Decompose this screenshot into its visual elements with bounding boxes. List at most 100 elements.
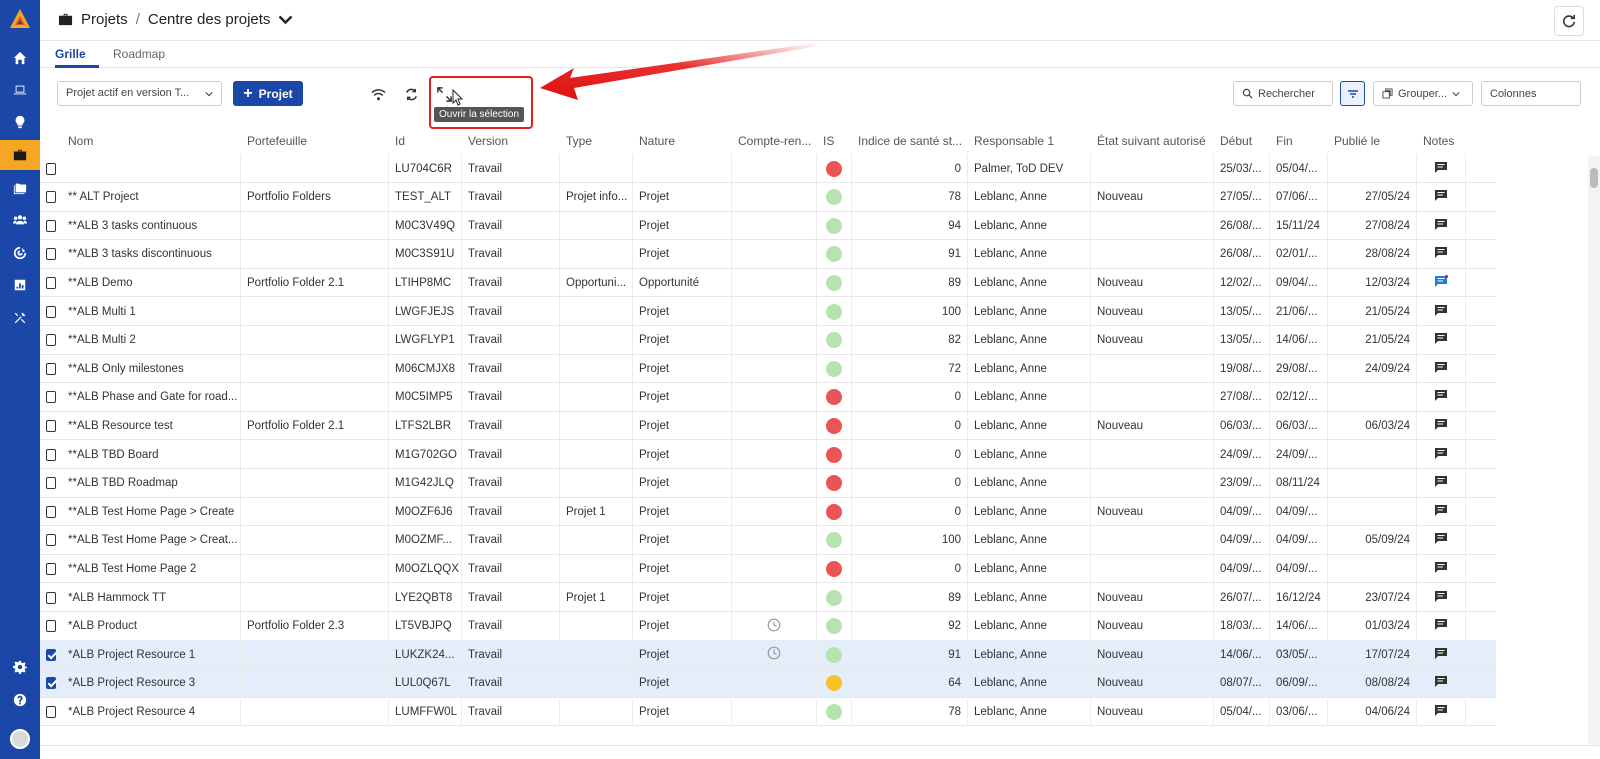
table-row[interactable]: **ALB Test Home Page > Creat... M0OZMF...… [40, 525, 1496, 555]
notes-icon[interactable] [1434, 447, 1448, 463]
notes-icon[interactable] [1434, 504, 1448, 520]
col-etat-suivant[interactable]: État suivant autorisé [1097, 128, 1214, 154]
table-row[interactable]: **ALB Test Home Page 2 M0OZLQQX Travail Pro… [40, 554, 1496, 584]
col-nature[interactable]: Nature [639, 128, 732, 154]
row-checkbox[interactable] [46, 534, 56, 547]
notes-icon[interactable] [1434, 246, 1448, 262]
table-row[interactable]: **ALB Resource test Portfolio Folder 2.1 L… [40, 411, 1496, 441]
notes-icon[interactable] [1434, 475, 1448, 491]
col-fin[interactable]: Fin [1276, 128, 1328, 154]
report-icon[interactable] [0, 270, 40, 300]
col-debut[interactable]: Début [1220, 128, 1270, 154]
table-row[interactable]: **ALB Test Home Page > Create M0OZF6J6 Tra… [40, 497, 1496, 527]
row-checkbox[interactable] [46, 620, 56, 633]
page-title[interactable]: Centre des projets [148, 11, 271, 28]
home-icon[interactable] [0, 43, 40, 73]
row-checkbox[interactable] [46, 248, 56, 261]
table-row[interactable]: **ALB Phase and Gate for road... M0C5IMP5… [40, 382, 1496, 412]
refresh-button[interactable] [1554, 6, 1584, 36]
table-row[interactable]: *ALB Product Portfolio Folder 2.3 LT5VBJPQ… [40, 611, 1496, 641]
lightbulb-icon[interactable] [0, 107, 40, 137]
row-checkbox[interactable] [46, 391, 56, 404]
notes-icon[interactable] [1434, 161, 1448, 177]
row-checkbox[interactable] [46, 448, 56, 461]
tools-icon[interactable] [0, 303, 40, 333]
notes-icon[interactable] [1434, 274, 1449, 291]
folders-icon[interactable] [0, 173, 40, 203]
col-type[interactable]: Type [566, 128, 633, 154]
table-row[interactable]: ** ALT Project Portfolio Folders TEST_ALT T… [40, 182, 1496, 212]
table-row[interactable]: **ALB TBD Board M1G702GO Travail Projet 0 Leb… [40, 440, 1496, 469]
scrollbar-thumb[interactable] [1590, 168, 1598, 188]
table-row[interactable]: *ALB Hammock TT LYE2QBT8 Travail Projet 1 Pr… [40, 583, 1496, 612]
help-icon[interactable] [0, 685, 40, 715]
notes-icon[interactable] [1434, 704, 1448, 720]
app-logo[interactable] [9, 8, 31, 30]
notes-icon[interactable] [1434, 418, 1448, 434]
notes-icon[interactable] [1434, 590, 1448, 606]
col-version[interactable]: Version [468, 128, 560, 154]
col-indice-sante[interactable]: Indice de santé st... [858, 128, 968, 154]
notes-icon[interactable] [1434, 561, 1448, 577]
row-checkbox[interactable] [46, 362, 56, 375]
row-checkbox[interactable] [46, 305, 56, 318]
filter-button[interactable] [1340, 81, 1365, 106]
tab-roadmap[interactable]: Roadmap [113, 47, 165, 61]
table-row[interactable]: **ALB TBD Roadmap M1G42JLQ Travail Projet 0 L… [40, 468, 1496, 498]
table-row[interactable]: LU704C6R Travail 0 Palmer, ToD DEV 25/03/...… [40, 154, 1496, 183]
row-checkbox[interactable] [46, 191, 56, 204]
row-checkbox[interactable] [46, 334, 56, 347]
row-checkbox[interactable] [46, 677, 56, 690]
notes-icon[interactable] [1434, 532, 1448, 548]
table-row[interactable]: *ALB Project Resource 4 LUMFFW0L Travail Pr… [40, 697, 1496, 727]
briefcase-icon[interactable] [0, 140, 40, 170]
col-nom[interactable]: Nom [68, 128, 241, 154]
search-button[interactable]: Rechercher [1233, 81, 1333, 106]
wifi-icon[interactable] [368, 84, 388, 104]
table-row[interactable]: **ALB Multi 2 LWGFLYP1 Travail Projet 82 Lebl… [40, 325, 1496, 355]
vertical-scrollbar[interactable] [1588, 156, 1600, 746]
breadcrumb-section[interactable]: Projets [81, 11, 128, 28]
row-checkbox[interactable] [46, 162, 56, 175]
notes-icon[interactable] [1434, 189, 1448, 205]
notes-icon[interactable] [1434, 304, 1448, 320]
tab-grille[interactable]: Grille [55, 47, 86, 61]
col-notes[interactable]: Notes [1423, 128, 1466, 154]
laptop-icon[interactable] [0, 75, 40, 105]
group-by-select[interactable]: Grouper... [1373, 81, 1473, 106]
view-filter-select[interactable]: Projet actif en version T... [57, 81, 222, 106]
table-row[interactable]: **ALB Only milestones M06CMJX8 Travail Proj… [40, 354, 1496, 384]
row-checkbox[interactable] [46, 276, 56, 289]
row-checkbox[interactable] [46, 705, 56, 718]
row-checkbox[interactable] [46, 648, 56, 661]
notes-icon[interactable] [1434, 389, 1448, 405]
columns-button[interactable]: Colonnes [1481, 81, 1581, 106]
col-id[interactable]: Id [395, 128, 462, 154]
table-row[interactable]: **ALB Demo Portfolio Folder 2.1 LTIHP8MC Tr… [40, 268, 1496, 298]
notes-icon[interactable] [1434, 218, 1448, 234]
chevron-down-icon[interactable] [278, 12, 293, 27]
col-responsable[interactable]: Responsable 1 [974, 128, 1091, 154]
row-checkbox[interactable] [46, 419, 56, 432]
row-checkbox[interactable] [46, 219, 56, 232]
table-row[interactable]: *ALB Project Resource 1 LUKZK24... Travail… [40, 640, 1496, 670]
col-is[interactable]: IS [823, 128, 852, 154]
team-icon[interactable] [0, 205, 40, 235]
row-checkbox[interactable] [46, 562, 56, 575]
sync-icon[interactable] [401, 84, 421, 104]
col-compte-rendu[interactable]: Compte-ren... [738, 128, 817, 154]
row-checkbox[interactable] [46, 477, 56, 490]
settings-icon[interactable] [0, 652, 40, 682]
row-checkbox[interactable] [46, 591, 56, 604]
notes-icon[interactable] [1434, 332, 1448, 348]
avatar[interactable] [10, 729, 30, 749]
target-icon[interactable] [0, 238, 40, 268]
table-row[interactable]: *ALB Project Resource 3 LUL0Q67L Travail Pr… [40, 668, 1496, 698]
col-portefeuille[interactable]: Portefeuille [247, 128, 389, 154]
row-checkbox[interactable] [46, 505, 56, 518]
clock-icon[interactable] [767, 618, 781, 635]
clock-icon[interactable] [767, 646, 781, 663]
col-publie[interactable]: Publié le [1334, 128, 1417, 154]
add-project-button[interactable]: + Projet [233, 81, 303, 106]
table-row[interactable]: **ALB 3 tasks continuous M0C3V49Q Travail P… [40, 211, 1496, 241]
